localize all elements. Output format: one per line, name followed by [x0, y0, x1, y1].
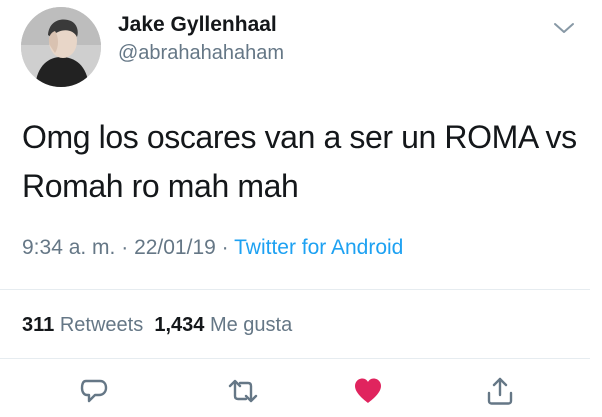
divider [0, 358, 590, 359]
tweet-source-link[interactable]: Twitter for Android [234, 236, 403, 259]
meta-separator: · [215, 236, 235, 259]
tweet-stats: 311 Retweets 1,434 Me gusta [22, 314, 292, 337]
retweets-label[interactable]: Retweets [60, 314, 143, 336]
reply-icon [80, 379, 108, 403]
tweet-meta: 9:34 a. m. · 22/01/19 · Twitter for Andr… [22, 236, 403, 260]
meta-separator: · [115, 236, 135, 259]
like-button[interactable] [352, 375, 384, 407]
tweet-text: Omg los oscares van a ser un ROMA vs Rom… [22, 113, 582, 211]
share-button[interactable] [484, 375, 516, 407]
likes-label[interactable]: Me gusta [210, 314, 292, 336]
heart-icon [355, 378, 381, 403]
share-icon [487, 377, 513, 405]
tweet-text-line: Romah ro mah mah [22, 168, 299, 204]
user-handle[interactable]: @abrahahahaham [118, 42, 284, 65]
reply-button[interactable] [78, 375, 110, 407]
tweet-text-line: Omg los oscares van a ser un ROMA vs [22, 119, 577, 155]
tweet-date: 22/01/19 [134, 236, 216, 259]
tweet-time: 9:34 a. m. [22, 236, 116, 259]
retweets-count[interactable]: 311 [22, 314, 54, 336]
avatar[interactable] [21, 7, 101, 87]
avatar-image [21, 7, 101, 87]
retweet-button[interactable] [227, 375, 259, 407]
retweet-icon [228, 379, 258, 403]
user-display-name[interactable]: Jake Gyllenhaal [118, 13, 277, 37]
chevron-down-icon[interactable] [552, 20, 576, 36]
divider [0, 289, 590, 290]
likes-count[interactable]: 1,434 [154, 314, 204, 336]
tweet-card: Jake Gyllenhaal @abrahahahaham Omg los o… [0, 0, 602, 417]
